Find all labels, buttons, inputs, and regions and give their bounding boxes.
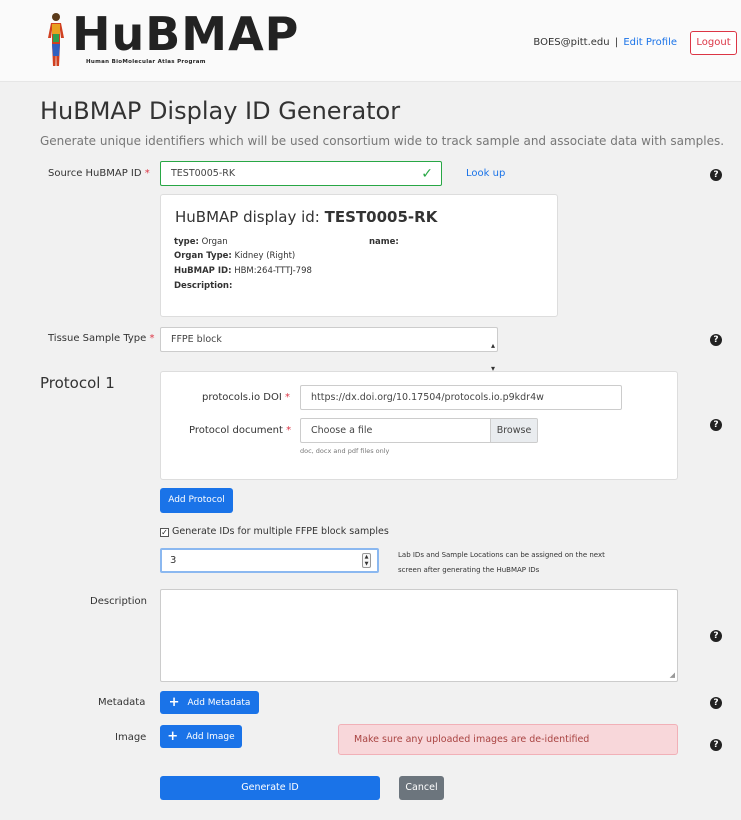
file-placeholder: Choose a file	[311, 425, 373, 436]
help-icon[interactable]: ?	[710, 697, 722, 709]
human-figure-icon	[48, 13, 64, 66]
generate-id-button[interactable]: Generate ID	[160, 776, 380, 800]
multiple-ids-checkbox[interactable]: ✓	[160, 528, 169, 537]
user-info: BOES@pitt.edu | Edit Profile	[533, 37, 677, 48]
add-protocol-button[interactable]: Add Protocol	[160, 488, 233, 513]
multi-note-line2: screen after generating the HuBMAP IDs	[398, 566, 540, 574]
description-field-label: Description	[90, 596, 147, 607]
display-id-prefix: HuBMAP display id:	[175, 208, 320, 226]
multi-note-line1: Lab IDs and Sample Locations can be assi…	[398, 551, 605, 559]
add-metadata-label: Add Metadata	[187, 698, 251, 708]
spinner-arrows-icon[interactable]: ▲ ▼	[362, 553, 371, 568]
protocol-file-input[interactable]: Choose a file Browse	[300, 418, 538, 443]
type-label: type:	[174, 237, 199, 247]
source-id-label: Source HuBMAP ID *	[48, 168, 150, 179]
file-hint: doc, docx and pdf files only	[300, 447, 390, 455]
multiple-ids-label: Generate IDs for multiple FFPE block sam…	[172, 526, 389, 537]
add-image-button[interactable]: + Add Image	[160, 725, 242, 748]
required-marker: *	[284, 392, 290, 403]
plus-icon: +	[167, 729, 179, 744]
doi-label: protocols.io DOI *	[202, 392, 290, 403]
edit-profile-link[interactable]: Edit Profile	[623, 37, 677, 48]
tissue-type-label-text: Tissue Sample Type	[48, 333, 147, 344]
metadata-label: Metadata	[98, 697, 146, 708]
page-subtitle: Generate unique identifiers which will b…	[40, 134, 725, 148]
organ-type-label: Organ Type:	[174, 251, 232, 261]
display-id-heading: HuBMAP display id: TEST0005-RK	[175, 208, 437, 226]
help-icon[interactable]: ?	[710, 419, 722, 431]
plus-icon: +	[168, 695, 180, 710]
help-icon[interactable]: ?	[710, 739, 722, 751]
source-id-input[interactable]: TEST0005-RK ✓	[160, 161, 442, 186]
sample-count-input[interactable]: 3 ▲ ▼	[160, 548, 379, 573]
display-id-value: TEST0005-RK	[324, 208, 438, 226]
required-marker: *	[149, 333, 155, 344]
logo-tagline: Human BioMolecular Atlas Program	[86, 59, 206, 65]
image-label: Image	[115, 732, 147, 743]
doi-value: https://dx.doi.org/10.17504/protocols.io…	[311, 392, 544, 403]
tissue-type-label: Tissue Sample Type *	[48, 333, 155, 344]
source-id-value: TEST0005-RK	[171, 168, 236, 179]
organ-type-value: Kidney (Right)	[234, 251, 296, 261]
cancel-button[interactable]: Cancel	[399, 776, 444, 800]
protocol-card: protocols.io DOI * https://dx.doi.org/10…	[160, 371, 678, 480]
logout-button[interactable]: Logout	[690, 31, 737, 55]
hubmap-id-label: HuBMAP ID:	[174, 266, 232, 276]
image-warning-alert: Make sure any uploaded images are de-ide…	[338, 724, 678, 755]
source-id-label-text: Source HuBMAP ID	[48, 168, 142, 179]
doi-label-text: protocols.io DOI	[202, 392, 282, 403]
multiple-ids-option[interactable]: ✓ Generate IDs for multiple FFPE block sa…	[160, 526, 389, 537]
protocol-doc-label: Protocol document *	[189, 425, 291, 436]
browse-button[interactable]: Browse	[490, 419, 537, 442]
valid-check-icon: ✓	[421, 166, 433, 182]
source-info-card: HuBMAP display id: TEST0005-RK type: Org…	[160, 194, 558, 317]
type-row: type: Organ	[174, 237, 228, 247]
top-navbar: HuBMAP Human BioMolecular Atlas Program …	[0, 0, 741, 82]
page-title: HuBMAP Display ID Generator	[40, 97, 401, 125]
tissue-type-select[interactable]: FFPE block ▴ ▾	[160, 327, 498, 373]
description-label: Description:	[174, 281, 233, 291]
doi-input[interactable]: https://dx.doi.org/10.17504/protocols.io…	[300, 385, 622, 410]
resize-grip-icon[interactable]: ◢	[670, 671, 675, 679]
help-icon[interactable]: ?	[710, 630, 722, 642]
separator: |	[614, 37, 619, 48]
hubmap-id-row: HuBMAP ID: HBM:264-TTTJ-798	[174, 266, 312, 276]
organ-type-row: Organ Type: Kidney (Right)	[174, 251, 295, 261]
add-metadata-button[interactable]: + Add Metadata	[160, 691, 259, 714]
sample-count-value: 3	[170, 555, 177, 566]
lookup-link[interactable]: Look up	[466, 168, 505, 179]
hubmap-id-value: HBM:264-TTTJ-798	[234, 266, 312, 276]
logo-wordmark: HuBMAP	[72, 7, 300, 61]
name-label: name:	[369, 237, 399, 247]
add-image-label: Add Image	[186, 732, 235, 742]
protocol-heading: Protocol 1	[40, 374, 115, 392]
description-textarea[interactable]: ◢	[160, 589, 678, 682]
help-icon[interactable]: ?	[710, 334, 722, 346]
name-row: name:	[369, 237, 399, 247]
description-row: Description:	[174, 281, 232, 291]
type-value: Organ	[201, 237, 228, 247]
help-icon[interactable]: ?	[710, 169, 722, 181]
protocol-doc-label-text: Protocol document	[189, 425, 283, 436]
user-email: BOES@pitt.edu	[533, 37, 610, 48]
required-marker: *	[286, 425, 292, 436]
required-marker: *	[144, 168, 150, 179]
tissue-type-value: FFPE block	[171, 334, 222, 345]
